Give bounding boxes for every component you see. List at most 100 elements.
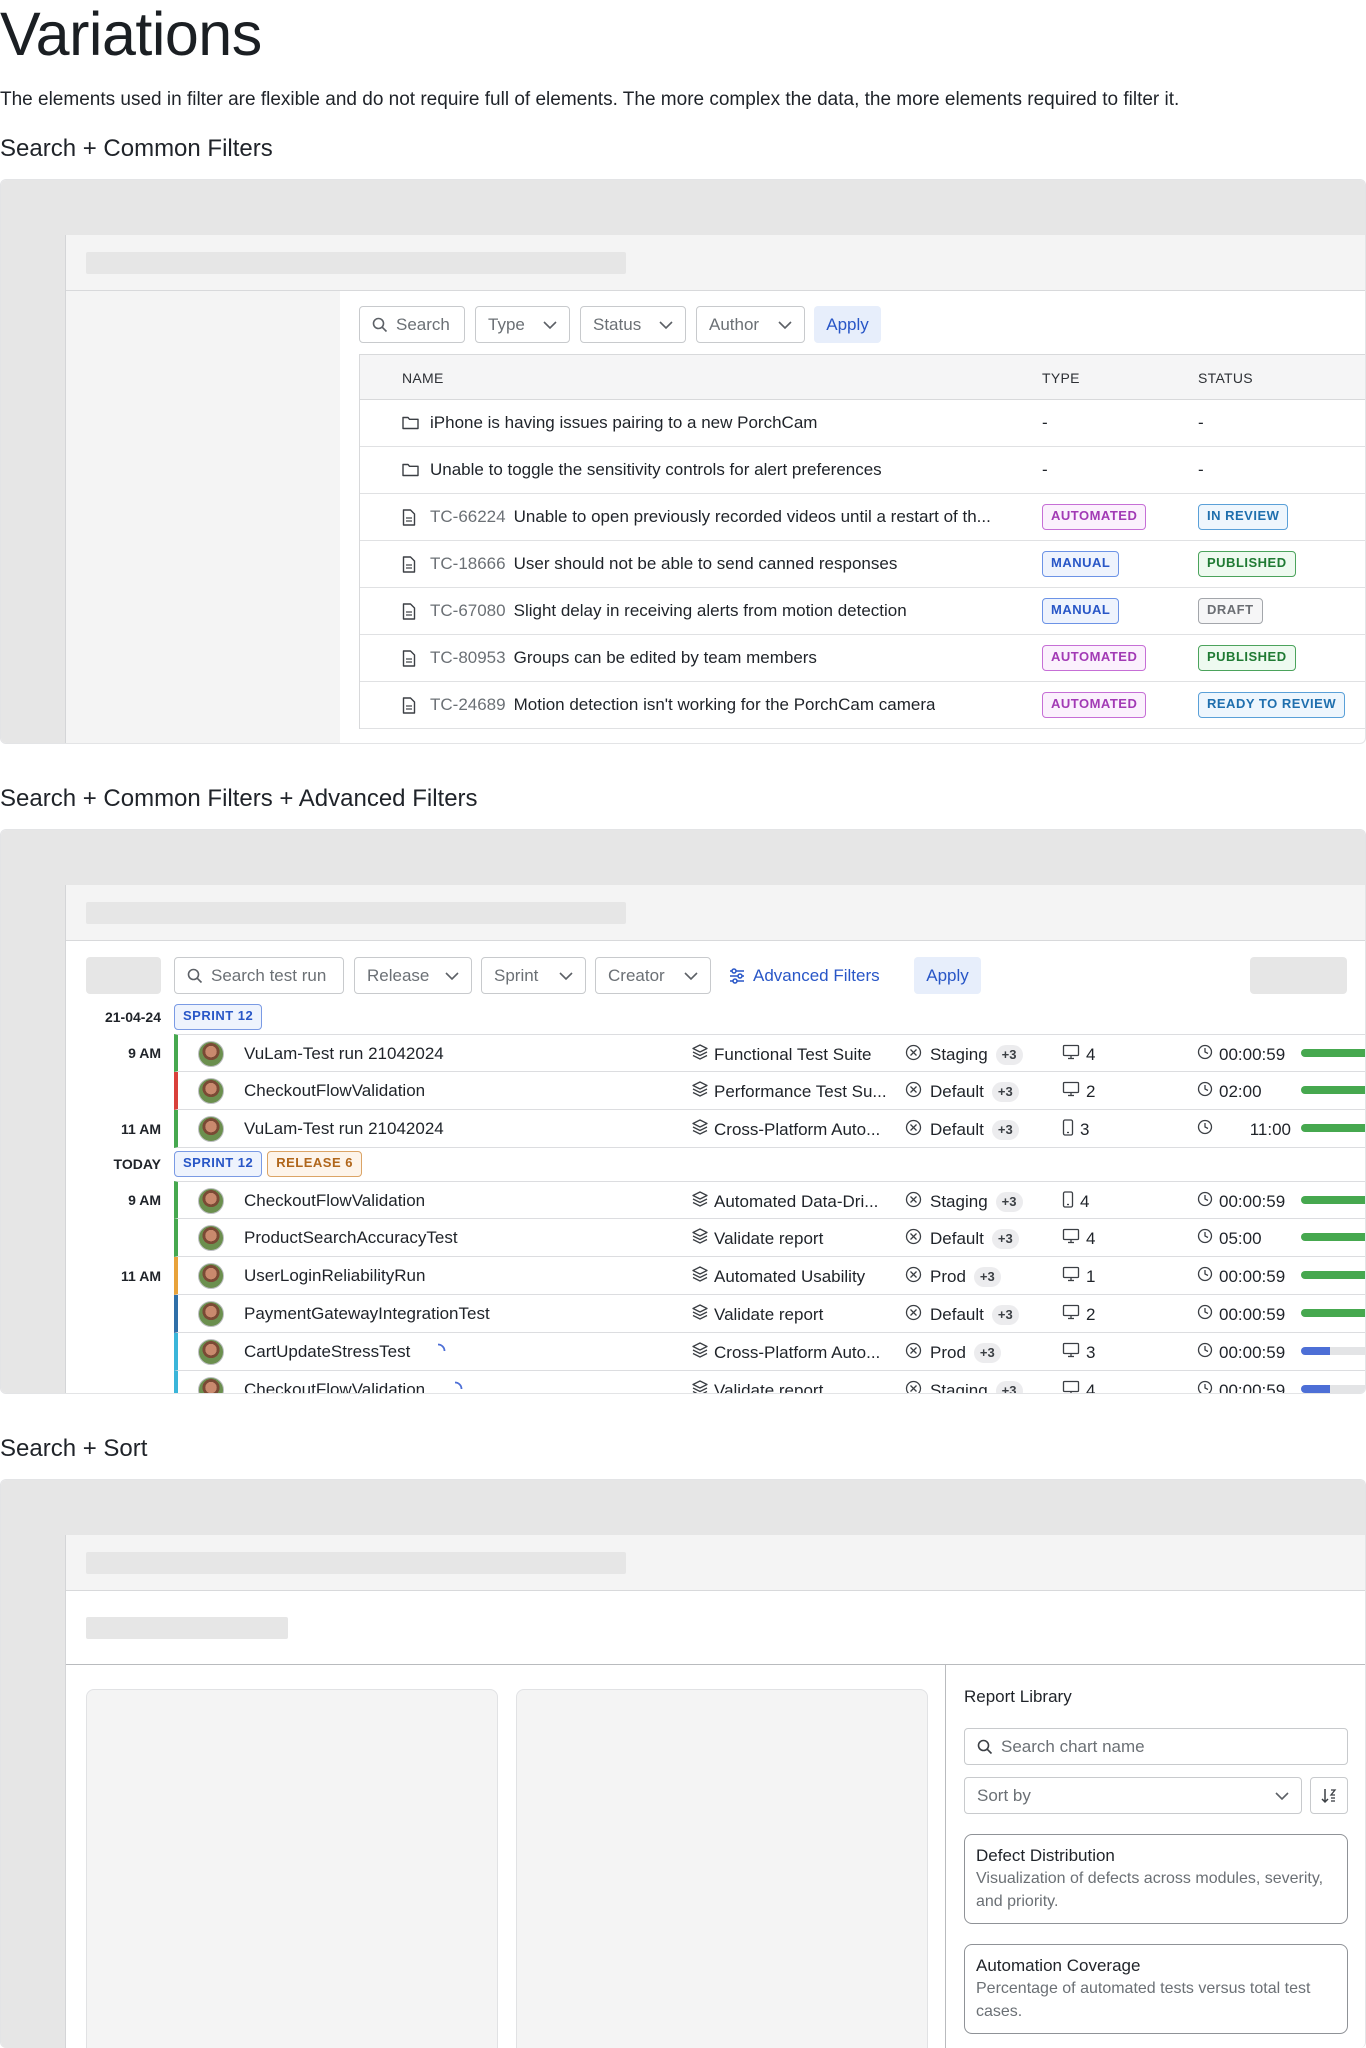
- duration: 00:00:59: [1197, 1191, 1291, 1212]
- test-run-row[interactable]: PaymentGatewayIntegrationTest Validate re…: [174, 1295, 1365, 1333]
- table-row[interactable]: TC-80953 Groups can be edited by team mem…: [360, 635, 1365, 682]
- devices: 3: [1062, 1342, 1095, 1363]
- run-name[interactable]: CartUpdateStressTest: [244, 1342, 410, 1362]
- apply-button[interactable]: Apply: [814, 306, 881, 343]
- type-filter-label: Type: [488, 314, 525, 334]
- more-environments-badge[interactable]: +3: [995, 1045, 1023, 1065]
- column-name-header[interactable]: NAME: [402, 370, 444, 386]
- test-run-row[interactable]: CartUpdateStressTest Cross-Platform Auto.…: [174, 1333, 1365, 1371]
- layers-icon: [692, 1342, 714, 1363]
- run-name[interactable]: CheckoutFlowValidation: [244, 1380, 425, 1393]
- sort-by-dropdown[interactable]: Sort by: [964, 1777, 1302, 1814]
- test-run-row[interactable]: VuLam-Test run 21042024 Functional Test S…: [174, 1034, 1365, 1072]
- row-title: User should not be able to send canned r…: [513, 554, 898, 573]
- mobile-icon: [1062, 1191, 1080, 1213]
- author-filter-dropdown[interactable]: Author: [696, 306, 805, 343]
- more-environments-badge[interactable]: +3: [973, 1343, 1001, 1363]
- row-id: TC-66224: [430, 507, 506, 526]
- run-name[interactable]: VuLam-Test run 21042024: [244, 1119, 444, 1139]
- sort-by-label: Sort by: [977, 1785, 1031, 1805]
- column-status-header[interactable]: STATUS: [1198, 370, 1253, 386]
- run-name[interactable]: ProductSearchAccuracyTest: [244, 1228, 458, 1248]
- status-filter-dropdown[interactable]: Status: [580, 306, 686, 343]
- environment-icon: [905, 1380, 930, 1393]
- test-suite: Automated Usability: [692, 1266, 865, 1287]
- more-environments-badge[interactable]: +3: [991, 1082, 1019, 1102]
- suite-name: Performance Test Su...: [714, 1081, 887, 1101]
- device-count: 3: [1080, 1120, 1090, 1139]
- search-placeholder: Search: [396, 314, 450, 334]
- clock-icon: [1197, 1304, 1219, 1325]
- devices: 4: [1062, 1380, 1096, 1394]
- desktop-icon: [1062, 1304, 1086, 1325]
- more-environments-badge[interactable]: +3: [995, 1192, 1023, 1212]
- run-name[interactable]: CheckoutFlowValidation: [244, 1191, 425, 1211]
- report-card-description: Visualization of defects across modules,…: [976, 1870, 1324, 1910]
- row-id: TC-80953: [430, 648, 506, 667]
- section-title-advanced-filters: Search + Common Filters + Advanced Filte…: [0, 785, 478, 812]
- table-row[interactable]: TC-66224 Unable to open previously record…: [360, 494, 1365, 541]
- table-body: iPhone is having issues pairing to a new…: [360, 400, 1365, 729]
- release-filter-label: Release: [367, 965, 430, 985]
- progress-bar: [1301, 1233, 1365, 1241]
- report-card[interactable]: Automation Coverage Percentage of automa…: [964, 1944, 1348, 2034]
- clock-icon: [1197, 1044, 1219, 1065]
- row-type: -: [1042, 460, 1048, 479]
- more-environments-badge[interactable]: +3: [991, 1120, 1019, 1140]
- more-environments-badge[interactable]: +3: [973, 1267, 1001, 1287]
- test-run-row[interactable]: CheckoutFlowValidation Automated Data-Dri…: [174, 1181, 1365, 1219]
- avatar: [198, 1301, 224, 1327]
- row-type: -: [1042, 413, 1048, 432]
- release-filter-dropdown[interactable]: Release: [354, 957, 472, 994]
- desktop-icon: [1062, 1044, 1086, 1065]
- run-name[interactable]: VuLam-Test run 21042024: [244, 1044, 444, 1064]
- duration-value: 00:00:59: [1219, 1266, 1286, 1286]
- sort-direction-button[interactable]: [1310, 1777, 1348, 1814]
- search-test-run-input[interactable]: Search test run: [174, 957, 344, 994]
- row-name: TC-24689 Motion detection isn't working f…: [430, 695, 935, 715]
- devices: 3: [1062, 1119, 1089, 1141]
- search-placeholder: Search chart name: [1001, 1736, 1145, 1756]
- creator-filter-dropdown[interactable]: Creator: [595, 957, 711, 994]
- test-suite: Cross-Platform Auto...: [692, 1119, 880, 1140]
- column-type-header[interactable]: TYPE: [1042, 370, 1080, 386]
- more-environments-badge[interactable]: +3: [991, 1229, 1019, 1249]
- run-name[interactable]: PaymentGatewayIntegrationTest: [244, 1304, 490, 1324]
- device-count: 4: [1086, 1380, 1096, 1394]
- table-row[interactable]: Unable to toggle the sensitivity control…: [360, 447, 1365, 494]
- environment: Default +3: [905, 1228, 1019, 1250]
- suite-name: Validate report: [714, 1228, 824, 1248]
- sprint-filter-dropdown[interactable]: Sprint: [481, 957, 586, 994]
- test-run-row[interactable]: UserLoginReliabilityRun Automated Usabili…: [174, 1257, 1365, 1295]
- folder-icon: [402, 462, 419, 482]
- table-row[interactable]: TC-18666 User should not be able to send …: [360, 541, 1365, 588]
- search-chart-input[interactable]: Search chart name: [964, 1728, 1348, 1765]
- test-run-row[interactable]: VuLam-Test run 21042024 Cross-Platform Au…: [174, 1110, 1365, 1148]
- test-run-row[interactable]: CheckoutFlowValidation Performance Test S…: [174, 1072, 1365, 1110]
- desktop-icon: [1062, 1228, 1086, 1249]
- report-card[interactable]: Defect Distribution Visualization of def…: [964, 1834, 1348, 1924]
- test-run-row[interactable]: CheckoutFlowValidation Validate report Sta…: [174, 1371, 1365, 1394]
- table-row[interactable]: TC-24689 Motion detection isn't working f…: [360, 682, 1365, 729]
- search-input[interactable]: Search: [359, 306, 465, 343]
- page-header-placeholder: [66, 885, 1365, 941]
- status-badge: DRAFT: [1198, 598, 1263, 624]
- advanced-filters-button[interactable]: Advanced Filters: [729, 957, 880, 994]
- type-filter-dropdown[interactable]: Type: [475, 306, 570, 343]
- run-name[interactable]: UserLoginReliabilityRun: [244, 1266, 425, 1286]
- run-name[interactable]: CheckoutFlowValidation: [244, 1081, 425, 1101]
- duration: 00:00:59: [1197, 1342, 1291, 1363]
- duration-value: 05:00: [1219, 1228, 1262, 1248]
- test-suite: Performance Test Su...: [692, 1081, 887, 1102]
- apply-button[interactable]: Apply: [914, 957, 981, 994]
- test-suite: Functional Test Suite: [692, 1044, 872, 1065]
- table-row[interactable]: TC-67080 Slight delay in receiving alerts…: [360, 588, 1365, 635]
- duration-value: 11:00: [1249, 1119, 1291, 1139]
- table-row[interactable]: iPhone is having issues pairing to a new…: [360, 400, 1365, 447]
- status-filter-label: Status: [593, 314, 642, 334]
- row-name: TC-18666 User should not be able to send …: [430, 554, 897, 574]
- more-environments-badge[interactable]: +3: [991, 1305, 1019, 1325]
- test-run-row[interactable]: ProductSearchAccuracyTest Validate report…: [174, 1219, 1365, 1257]
- duration: 00:00:59: [1197, 1266, 1291, 1287]
- more-environments-badge[interactable]: +3: [995, 1381, 1023, 1393]
